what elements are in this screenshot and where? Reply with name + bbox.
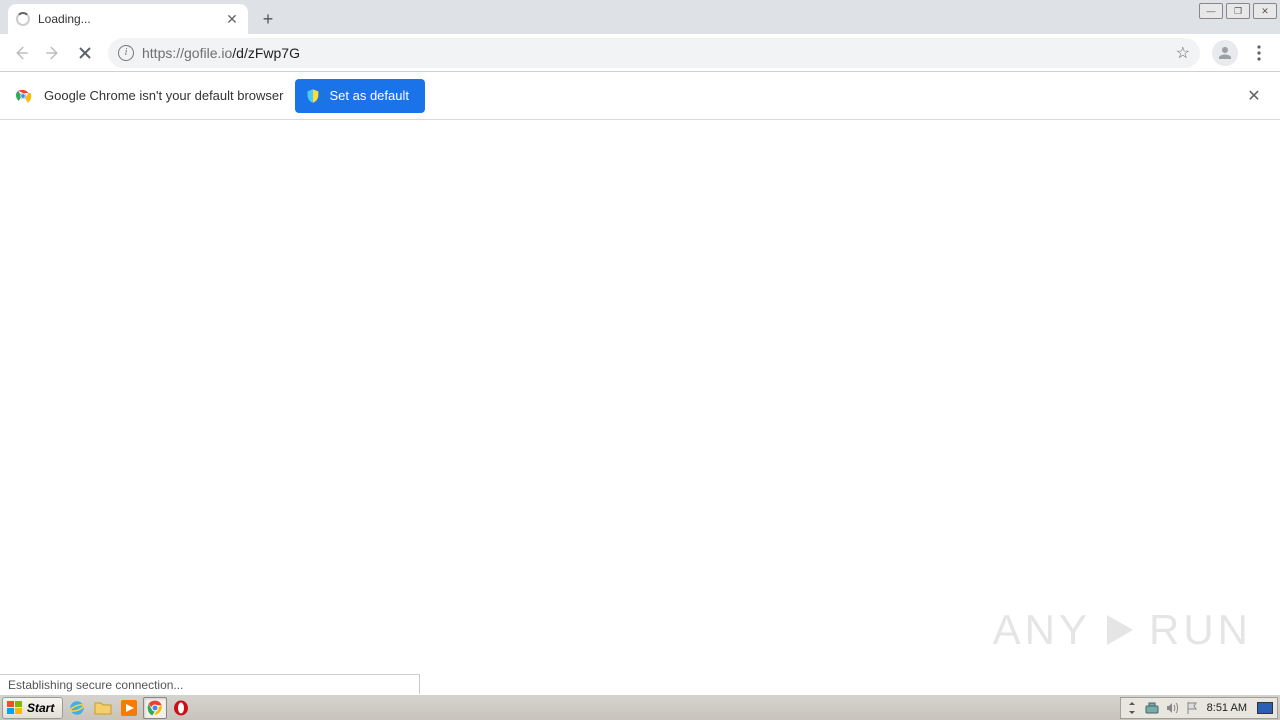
page-content: ANY RUN Establishing secure connection..… bbox=[0, 120, 1280, 694]
title-bar: Loading... ✕ + — ❐ ✕ bbox=[0, 0, 1280, 34]
browser-toolbar: i https://gofile.io/d/zFwp7G ☆ bbox=[0, 34, 1280, 72]
media-player-icon bbox=[121, 700, 137, 716]
window-controls: — ❐ ✕ bbox=[1199, 3, 1277, 19]
infobar-message: Google Chrome isn't your default browser bbox=[44, 88, 283, 103]
internet-explorer-icon bbox=[68, 699, 86, 717]
windows-flag-icon bbox=[7, 701, 23, 715]
watermark-right: RUN bbox=[1149, 606, 1252, 654]
chrome-icon bbox=[147, 700, 163, 716]
new-tab-button[interactable]: + bbox=[254, 5, 282, 33]
folder-icon bbox=[94, 700, 112, 716]
maximize-button[interactable]: ❐ bbox=[1226, 3, 1250, 19]
tray-device-icon[interactable] bbox=[1145, 701, 1159, 715]
start-label: Start bbox=[27, 701, 54, 715]
taskbar-chrome-icon[interactable] bbox=[143, 697, 167, 719]
default-browser-infobar: Google Chrome isn't your default browser… bbox=[0, 72, 1280, 120]
shield-icon bbox=[305, 88, 321, 104]
url-origin: https://gofile.io bbox=[142, 45, 232, 61]
browser-menu-button[interactable] bbox=[1244, 38, 1274, 68]
taskbar-ie-icon[interactable] bbox=[65, 697, 89, 719]
tab-strip: Loading... ✕ + bbox=[0, 0, 282, 34]
watermark-left: ANY bbox=[993, 606, 1091, 654]
set-as-default-button[interactable]: Set as default bbox=[295, 79, 425, 113]
loading-spinner-icon bbox=[16, 12, 30, 26]
arrow-right-icon bbox=[44, 44, 62, 62]
tray-expand-icon[interactable] bbox=[1125, 701, 1139, 715]
taskbar-explorer-icon[interactable] bbox=[91, 697, 115, 719]
tray-monitor-icon[interactable] bbox=[1257, 702, 1273, 714]
tray-flag-icon[interactable] bbox=[1185, 701, 1199, 715]
opera-icon bbox=[173, 700, 189, 716]
system-tray: 8:51 AM bbox=[1120, 697, 1278, 719]
back-button[interactable] bbox=[6, 38, 36, 68]
close-icon bbox=[78, 46, 92, 60]
close-window-button[interactable]: ✕ bbox=[1253, 3, 1277, 19]
play-icon bbox=[1099, 609, 1141, 651]
stop-reload-button[interactable] bbox=[70, 38, 100, 68]
taskbar-opera-icon[interactable] bbox=[169, 697, 193, 719]
bookmark-star-icon[interactable]: ☆ bbox=[1176, 43, 1190, 63]
site-info-icon[interactable]: i bbox=[118, 45, 134, 61]
url-path: /d/zFwp7G bbox=[232, 45, 300, 61]
status-bar: Establishing secure connection... bbox=[0, 674, 420, 694]
windows-taskbar: Start bbox=[0, 694, 1280, 720]
forward-button[interactable] bbox=[38, 38, 68, 68]
start-button[interactable]: Start bbox=[2, 697, 63, 719]
taskbar-clock[interactable]: 8:51 AM bbox=[1205, 702, 1249, 714]
address-bar[interactable]: i https://gofile.io/d/zFwp7G ☆ bbox=[108, 38, 1200, 68]
set-default-label: Set as default bbox=[329, 88, 409, 103]
tab-title: Loading... bbox=[38, 12, 216, 26]
person-icon bbox=[1216, 44, 1234, 62]
url-text: https://gofile.io/d/zFwp7G bbox=[142, 45, 1168, 61]
dots-vertical-icon bbox=[1257, 45, 1261, 61]
browser-tab[interactable]: Loading... ✕ bbox=[8, 4, 248, 34]
infobar-close-button[interactable]: ✕ bbox=[1242, 84, 1266, 108]
browser-window: Loading... ✕ + — ❐ ✕ i https://gofile.io… bbox=[0, 0, 1280, 720]
minimize-button[interactable]: — bbox=[1199, 3, 1223, 19]
anyrun-watermark: ANY RUN bbox=[993, 606, 1252, 654]
status-text: Establishing secure connection... bbox=[8, 678, 183, 692]
chrome-logo-icon bbox=[14, 87, 32, 105]
arrow-left-icon bbox=[12, 44, 30, 62]
taskbar-media-icon[interactable] bbox=[117, 697, 141, 719]
profile-avatar-button[interactable] bbox=[1212, 40, 1238, 66]
tab-close-button[interactable]: ✕ bbox=[224, 11, 240, 27]
tray-volume-icon[interactable] bbox=[1165, 701, 1179, 715]
